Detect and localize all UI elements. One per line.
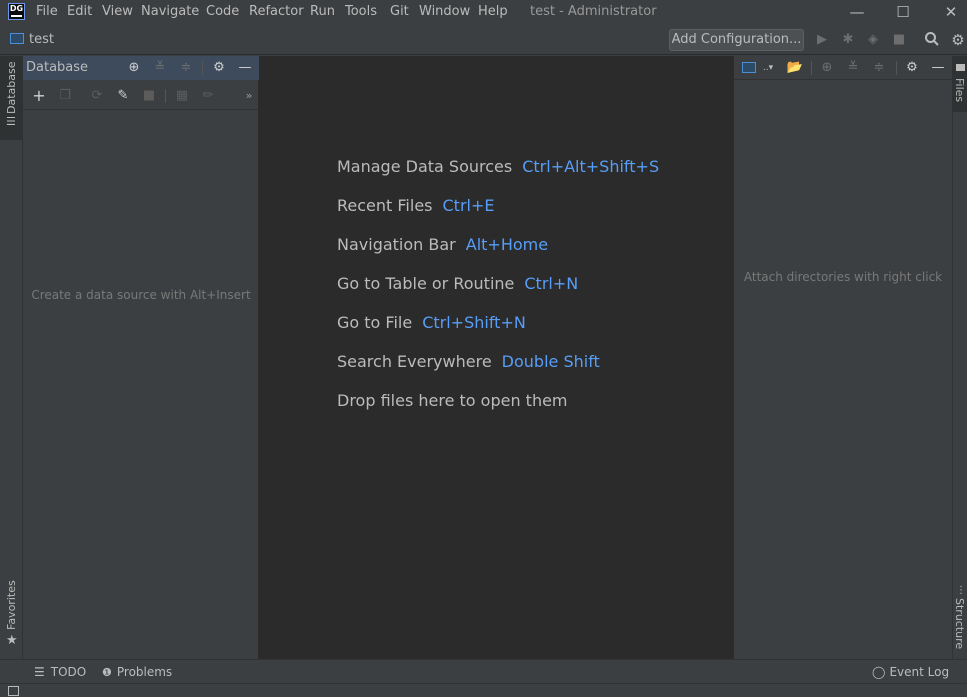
files-settings-gear-icon[interactable]: ⚙ — [903, 59, 921, 77]
hint-go-to-table: Go to Table or Routine Ctrl+N — [337, 274, 578, 294]
database-empty-text: Create a data source with Alt+Insert — [31, 288, 251, 302]
favorites-tab-label[interactable]: Favorites — [5, 580, 18, 630]
files-header-divider-2 — [896, 61, 897, 75]
right-tool-stripe — [952, 56, 967, 659]
menu-run[interactable]: Run — [310, 3, 335, 21]
hint-shortcut: Ctrl+Shift+N — [422, 313, 526, 332]
locate-target-icon[interactable]: ⊕ — [818, 59, 836, 77]
project-icon — [10, 33, 24, 44]
copy-icon[interactable]: ❐ — [56, 87, 74, 105]
structure-tab-label[interactable]: Structure — [953, 598, 966, 652]
open-folder-icon[interactable]: 📂 — [786, 59, 804, 77]
hint-action: Search Everywhere — [337, 352, 492, 371]
tool-windows-toggle-icon[interactable] — [8, 686, 19, 696]
info-icon: ❶ — [102, 666, 112, 679]
hint-drop-files: Drop files here to open them — [337, 391, 568, 411]
header-divider — [202, 61, 203, 75]
database-tab-label: Database — [5, 61, 18, 115]
event-log-tab[interactable]: ◯ Event Log — [872, 664, 949, 680]
debug-icon[interactable]: ✱ — [839, 31, 857, 49]
hide-panel-icon[interactable]: — — [236, 59, 254, 77]
hint-shortcut: Ctrl+Alt+Shift+S — [522, 157, 660, 176]
hint-manage-data-sources: Manage Data Sources Ctrl+Alt+Shift+S — [337, 157, 659, 177]
todo-tab[interactable]: ☰ TODO — [34, 664, 86, 680]
add-target-icon[interactable]: ⊕ — [125, 59, 143, 77]
hint-shortcut: Alt+Home — [465, 235, 549, 254]
panel-settings-gear-icon[interactable]: ⚙ — [210, 59, 228, 77]
run-icon[interactable]: ▶ — [813, 31, 831, 49]
menu-window[interactable]: Window — [419, 3, 470, 21]
minimize-button[interactable]: — — [842, 2, 872, 22]
database-panel — [23, 56, 259, 659]
hint-go-to-file: Go to File Ctrl+Shift+N — [337, 313, 526, 333]
maximize-button[interactable]: ☐ — [888, 2, 918, 22]
files-expand-all-icon[interactable]: ≚ — [844, 59, 862, 77]
stop-icon[interactable]: ■ — [890, 31, 908, 49]
menu-tools[interactable]: Tools — [345, 3, 377, 21]
collapse-all-icon[interactable]: ≑ — [177, 59, 195, 77]
menu-refactor[interactable]: Refactor — [249, 3, 304, 21]
hint-recent-files: Recent Files Ctrl+E — [337, 196, 494, 216]
toolbar-divider — [165, 89, 166, 103]
event-log-icon: ◯ — [872, 665, 886, 679]
files-empty-text: Attach directories with right click — [743, 270, 943, 284]
menu-view[interactable]: View — [102, 3, 133, 21]
status-bar — [0, 683, 967, 697]
files-hide-panel-icon[interactable]: — — [929, 59, 947, 77]
expand-all-icon[interactable]: ≚ — [151, 59, 169, 77]
menu-code[interactable]: Code — [206, 3, 239, 21]
settings-gear-icon[interactable]: ⚙ — [949, 31, 967, 49]
list-icon: ☰ — [34, 665, 45, 679]
menu-help[interactable]: Help — [478, 3, 508, 21]
files-tab-label: Files — [953, 78, 966, 103]
breadcrumb-project[interactable]: test — [29, 31, 54, 48]
database-stripe-icon: ☰ — [6, 115, 16, 128]
hint-search-everywhere: Search Everywhere Double Shift — [337, 352, 600, 372]
menu-edit[interactable]: Edit — [67, 3, 92, 21]
menu-navigate[interactable]: Navigate — [141, 3, 199, 21]
left-tool-stripe — [0, 56, 23, 659]
hint-action: Drop files here to open them — [337, 391, 568, 410]
hint-action: Go to Table or Routine — [337, 274, 515, 293]
add-configuration-button[interactable]: Add Configuration... — [669, 29, 804, 51]
favorites-star-icon[interactable]: ★ — [6, 633, 18, 648]
files-panel — [733, 56, 952, 659]
new-plus-icon[interactable]: + — [30, 87, 48, 105]
window-title: test - Administrator — [530, 4, 657, 19]
menu-file[interactable]: File — [36, 3, 58, 21]
hint-action: Manage Data Sources — [337, 157, 513, 176]
hint-action: Navigation Bar — [337, 235, 456, 254]
scope-dropdown-chevron-icon[interactable]: ..▾ — [759, 59, 777, 77]
app-logo: DG — [8, 3, 25, 20]
stop-query-icon[interactable]: ■ — [140, 87, 158, 105]
data-source-properties-icon[interactable]: ✎ — [114, 87, 132, 105]
hint-shortcut: Double Shift — [501, 352, 600, 371]
files-scope-icon[interactable] — [742, 62, 756, 73]
refresh-icon[interactable]: ⟳ — [88, 87, 106, 105]
database-panel-title: Database — [26, 60, 89, 75]
files-stripe-folder-icon — [956, 64, 965, 71]
search-icon[interactable] — [923, 31, 941, 49]
more-chevron-icon[interactable]: » — [240, 87, 258, 105]
hint-action: Go to File — [337, 313, 413, 332]
files-header-divider — [811, 61, 812, 75]
hint-shortcut: Ctrl+N — [524, 274, 579, 293]
table-view-icon[interactable]: ▦ — [173, 87, 191, 105]
menu-git[interactable]: Git — [390, 3, 409, 21]
hint-shortcut: Ctrl+E — [442, 196, 495, 215]
hint-action: Recent Files — [337, 196, 433, 215]
structure-stripe-icon: ⋮ — [956, 585, 966, 596]
files-collapse-all-icon[interactable]: ≑ — [870, 59, 888, 77]
problems-tab[interactable]: ❶ Problems — [102, 664, 172, 681]
close-button[interactable]: ✕ — [936, 2, 966, 22]
coverage-icon[interactable]: ◈ — [864, 31, 882, 49]
hint-navigation-bar: Navigation Bar Alt+Home — [337, 235, 548, 255]
edit-pencil-icon[interactable]: ✏ — [199, 87, 217, 105]
